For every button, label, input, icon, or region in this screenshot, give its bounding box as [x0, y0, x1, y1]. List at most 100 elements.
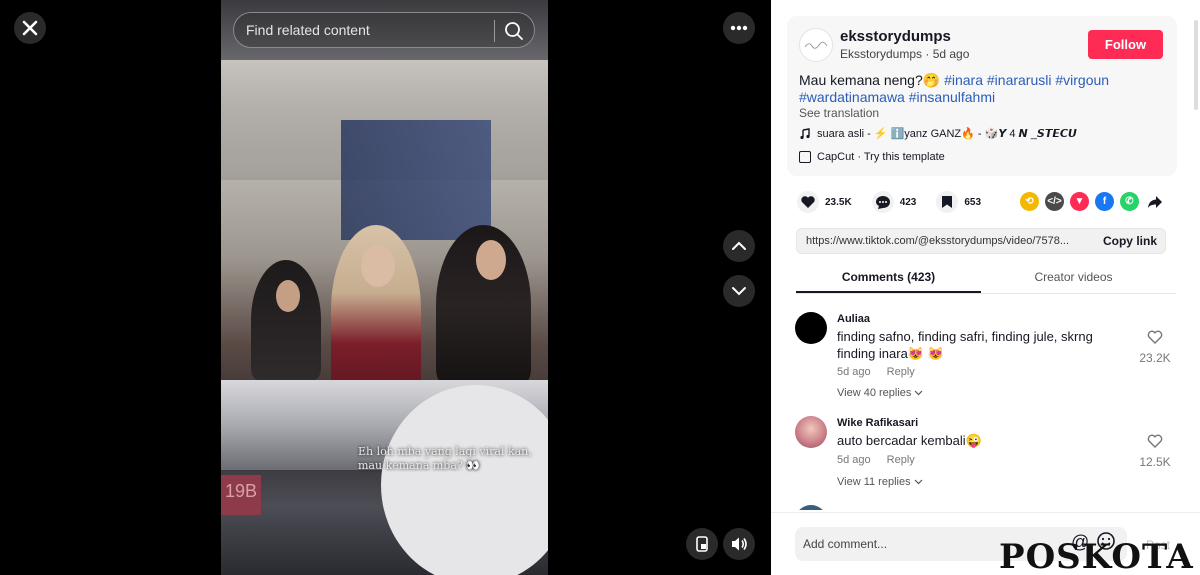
volume-button[interactable] [723, 528, 755, 560]
next-video-button[interactable] [723, 275, 755, 307]
capcut-label: CapCut · Try this template [817, 151, 945, 163]
hashtag-link[interactable]: #inara [944, 72, 983, 88]
like-count: 23.5K [825, 196, 852, 208]
reply-button[interactable]: Reply [887, 454, 915, 466]
heart-icon [797, 191, 819, 213]
post-description: Mau kemana neng?🤭 #inara #inararusli #vi… [799, 72, 1169, 106]
comment-composer: @ Post POSKOTA [771, 512, 1200, 575]
save-count: 653 [964, 196, 982, 208]
comment-text: finding safno, finding safri, finding ju… [837, 329, 1093, 361]
comment-count: 423 [899, 196, 917, 208]
repost-icon[interactable]: ⟲ [1020, 192, 1039, 211]
view-replies-label: View 11 replies [837, 476, 911, 488]
comment-stat[interactable]: 423 [871, 191, 917, 213]
video-face-right [476, 240, 506, 280]
view-replies-label: View 40 replies [837, 387, 912, 399]
more-options-button[interactable] [723, 12, 755, 44]
video-caption: Eh loh mba yang lagi viral kan, mau kema… [358, 445, 532, 472]
video-player[interactable]: 19B Eh loh mba yang lagi viral kan, mau … [221, 0, 548, 575]
search-icon[interactable] [503, 20, 525, 42]
tab-creator-videos[interactable]: Creator videos [981, 262, 1166, 293]
facebook-icon[interactable]: f [1095, 192, 1114, 211]
video-person-left [251, 260, 321, 380]
music-note-icon [800, 127, 810, 139]
author-avatar-logo [804, 41, 828, 49]
video-face-center [361, 245, 395, 287]
volume-icon [732, 537, 747, 551]
follow-button[interactable]: Follow [1088, 30, 1163, 59]
like-stat[interactable]: 23.5K [797, 191, 852, 213]
search-divider [494, 20, 495, 42]
commenter-avatar[interactable] [795, 312, 827, 344]
tab-comments[interactable]: Comments (423) [796, 262, 981, 293]
copy-link-box: https://www.tiktok.com/@eksstorydumps/vi… [796, 228, 1166, 254]
related-search-box[interactable] [233, 12, 535, 48]
hashtag-link[interactable]: #insanulfahmi [909, 89, 995, 105]
music-title: suara asli - ⚡ ℹ️yanz GANZ🔥 - 🎲𝙔 4 𝙉 _𝙎𝙏… [817, 128, 1077, 140]
video-url: https://www.tiktok.com/@eksstorydumps/vi… [806, 235, 1070, 247]
chevron-down-icon [915, 390, 923, 396]
chevron-down-icon [914, 479, 923, 485]
comment-like-count: 12.5K [1139, 455, 1171, 469]
description-text: Mau kemana neng?🤭 [799, 72, 941, 88]
comment-meta: 5d ago Reply [837, 454, 915, 466]
capcut-icon [799, 151, 811, 163]
panel-scrollbar[interactable] [1194, 20, 1198, 110]
author-avatar[interactable] [799, 28, 833, 62]
hashtag-link[interactable]: #virgoun [1055, 72, 1109, 88]
view-replies-button[interactable]: View 40 replies [837, 387, 923, 399]
comment-item: Wike Rafikasari auto bercadar kembali😜 5… [795, 416, 1185, 496]
comment-item: Auliaa finding safno, finding safri, fin… [795, 312, 1185, 407]
embed-icon[interactable]: </> [1045, 192, 1064, 211]
post-info-card: eksstorydumps Eksstorydumps · 5d ago Fol… [787, 16, 1177, 176]
details-panel: eksstorydumps Eksstorydumps · 5d ago Fol… [771, 0, 1200, 575]
share-buttons: ⟲ </> ▼ f ✆ [1020, 192, 1164, 211]
see-translation-link[interactable]: See translation [799, 106, 879, 120]
close-button[interactable] [14, 12, 46, 44]
floating-player-icon [696, 536, 708, 552]
comments-list: Auliaa finding safno, finding safri, fin… [771, 300, 1200, 510]
close-icon [22, 20, 38, 36]
commenter-name[interactable]: Wike Rafikasari [837, 417, 918, 429]
whatsapp-icon[interactable]: ✆ [1120, 192, 1139, 211]
comment-item-partial [795, 505, 1185, 510]
video-seat-sign: 19B [221, 475, 261, 515]
hashtag-link[interactable]: #inararusli [987, 72, 1052, 88]
author-name[interactable]: eksstorydumps [840, 28, 951, 45]
commenter-name[interactable]: Auliaa [837, 313, 870, 325]
bookmark-icon [936, 191, 959, 213]
commenter-avatar[interactable] [795, 505, 827, 510]
panel-tabs: Comments (423) Creator videos [796, 262, 1176, 294]
music-link[interactable]: suara asli - ⚡ ℹ️yanz GANZ🔥 - 🎲𝙔 4 𝙉 _𝙎𝙏… [799, 127, 1077, 140]
previous-video-button[interactable] [723, 230, 755, 262]
comment-bubble-icon [871, 191, 894, 213]
heart-outline-icon [1147, 330, 1163, 344]
view-replies-button[interactable]: View 11 replies [837, 476, 923, 488]
comment-like-button[interactable]: 23.2K [1135, 330, 1175, 365]
reply-button[interactable]: Reply [887, 366, 915, 378]
comment-like-count: 23.2K [1139, 351, 1171, 365]
send-icon[interactable]: ▼ [1070, 192, 1089, 211]
heart-outline-icon [1147, 434, 1163, 448]
comment-like-button[interactable]: 12.5K [1135, 434, 1175, 469]
save-stat[interactable]: 653 [936, 191, 981, 213]
capcut-template-link[interactable]: CapCut · Try this template [799, 151, 945, 163]
comment-time: 5d ago [837, 366, 871, 378]
more-dots-icon [730, 25, 748, 31]
commenter-avatar[interactable] [795, 416, 827, 448]
poskota-watermark: POSKOTA [999, 537, 1194, 575]
copy-link-button[interactable]: Copy link [1103, 234, 1157, 248]
video-background-window [341, 120, 491, 240]
engagement-stats: 23.5K 423 653 [797, 190, 1001, 214]
author-subtitle: Eksstorydumps · 5d ago [840, 47, 970, 61]
related-search-input[interactable] [246, 13, 491, 47]
chevron-down-icon [732, 287, 746, 296]
share-arrow-icon[interactable] [1145, 192, 1164, 211]
comment-text: auto bercadar kembali😜 [837, 433, 982, 448]
video-face-left [276, 280, 300, 312]
comment-meta: 5d ago Reply [837, 366, 915, 378]
tiktok-video-page: 19B Eh loh mba yang lagi viral kan, mau … [0, 0, 1200, 575]
comment-time: 5d ago [837, 454, 871, 466]
hashtag-link[interactable]: #wardatinamawa [799, 89, 905, 105]
floating-player-button[interactable] [686, 528, 718, 560]
